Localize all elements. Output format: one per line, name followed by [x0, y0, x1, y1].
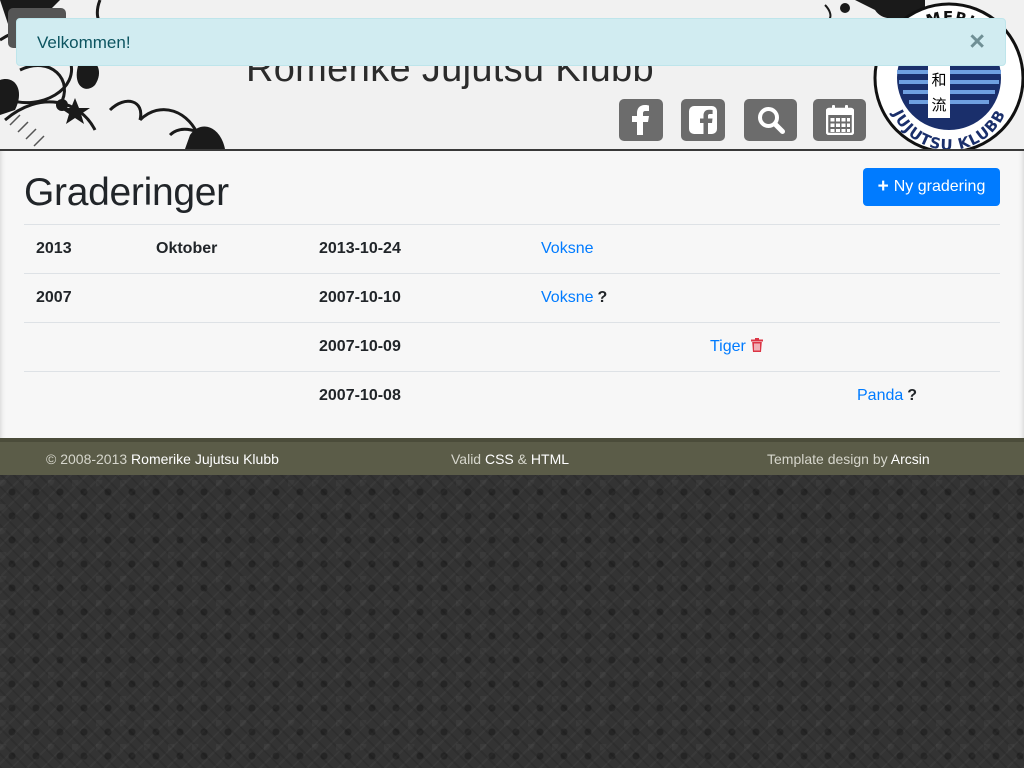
- group-link-voksne[interactable]: Voksne: [541, 289, 593, 306]
- trash-icon[interactable]: [750, 338, 763, 352]
- css-validation-link[interactable]: CSS: [485, 451, 514, 467]
- month-cell: Oktober: [156, 240, 218, 257]
- site-header: Romerike Jujutsu Klubb 和 流 E JUJUTSU KLU…: [0, 0, 1024, 151]
- new-grading-label: Ny gradering: [893, 178, 986, 195]
- unknown-marker: ?: [597, 289, 608, 306]
- year-cell: 2013: [36, 240, 72, 257]
- designer-link[interactable]: Arcsin: [891, 451, 930, 467]
- html-validation-link[interactable]: HTML: [531, 451, 569, 467]
- alert-close-button[interactable]: ×: [969, 28, 985, 55]
- calendar-button[interactable]: [813, 99, 866, 141]
- date-cell: 2013-10-24: [319, 240, 401, 257]
- footer-copyright: © 2008-2013 Romerike Jujutsu Klubb: [46, 451, 279, 467]
- search-button[interactable]: [744, 99, 797, 141]
- group-cell: Panda?: [857, 387, 917, 405]
- gradings-table: 2013 Oktober 2013-10-24 Voksne 2007 2007…: [24, 224, 1000, 421]
- search-icon: [757, 107, 785, 134]
- alert-message: Velkommen!: [37, 33, 131, 52]
- footer-validation: Valid CSS & HTML: [451, 451, 569, 467]
- table-row: 2007 2007-10-10 Voksne?: [24, 273, 1000, 322]
- facebook-icon: [632, 105, 649, 135]
- site-footer: © 2008-2013 Romerike Jujutsu Klubb Valid…: [0, 438, 1024, 475]
- facebook-square-button[interactable]: [681, 99, 725, 141]
- main-content: Graderinger + Ny gradering 2013 Oktober …: [0, 151, 1024, 438]
- group-link-voksne[interactable]: Voksne: [541, 240, 593, 257]
- welcome-alert: Velkommen! ×: [16, 18, 1006, 66]
- plus-icon: +: [877, 176, 889, 197]
- calendar-icon: [825, 105, 854, 135]
- table-row: 2007-10-09 Tiger: [24, 322, 1000, 371]
- footer-club-link[interactable]: Romerike Jujutsu Klubb: [131, 451, 279, 467]
- amp-text: &: [517, 451, 528, 467]
- page-title: Graderinger: [24, 171, 229, 214]
- group-cell: Voksne: [541, 240, 593, 258]
- date-cell: 2007-10-08: [319, 387, 401, 404]
- template-credit-text: Template design by: [767, 451, 888, 467]
- group-link-panda[interactable]: Panda: [857, 387, 903, 404]
- date-cell: 2007-10-10: [319, 289, 401, 306]
- table-row: 2013 Oktober 2013-10-24 Voksne: [24, 224, 1000, 273]
- year-cell: 2007: [36, 289, 72, 306]
- footer-template-credit: Template design by Arcsin: [767, 451, 930, 467]
- new-grading-button[interactable]: + Ny gradering: [863, 168, 1000, 206]
- date-cell: 2007-10-09: [319, 338, 401, 355]
- table-row: 2007-10-08 Panda?: [24, 371, 1000, 421]
- group-cell: Voksne?: [541, 289, 607, 307]
- unknown-marker: ?: [907, 387, 918, 404]
- group-cell: Tiger: [710, 338, 763, 356]
- facebook-button[interactable]: [619, 99, 663, 141]
- logo-kanji-2: 和: [931, 71, 946, 89]
- copyright-text: © 2008-2013: [46, 451, 128, 467]
- facebook-square-icon: [689, 106, 717, 134]
- logo-kanji-3: 流: [931, 96, 946, 114]
- valid-text: Valid: [451, 451, 482, 467]
- group-link-tiger[interactable]: Tiger: [710, 338, 746, 355]
